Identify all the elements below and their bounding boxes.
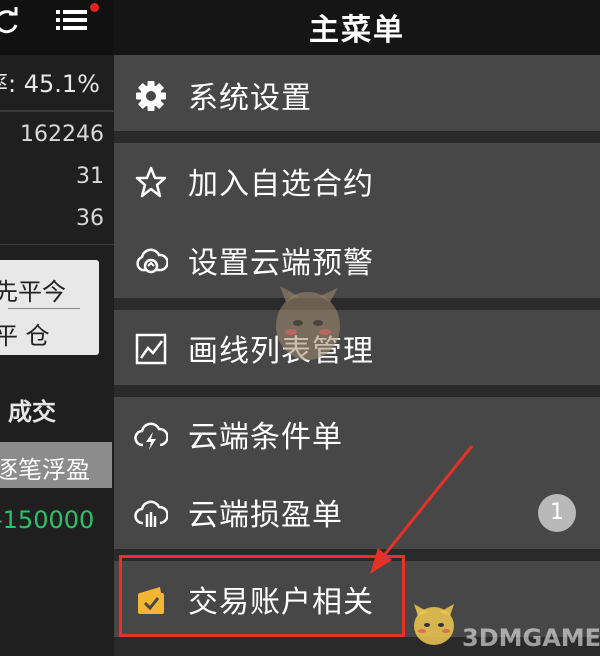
divider (0, 110, 114, 112)
section-divider (114, 385, 600, 397)
close-position-label: 平 仓 (0, 322, 50, 350)
menu-item-label: 系统设置 (188, 81, 312, 116)
menu-item-label: 加入自选合约 (188, 167, 374, 202)
ratio-value: 率: 45.1% (0, 70, 100, 98)
left-toolbar (0, 0, 114, 55)
watermark-mascot (276, 286, 340, 360)
menu-header: 主菜单 (114, 0, 600, 55)
cloud-stop-icon (134, 500, 168, 527)
refresh-icon[interactable] (0, 6, 22, 36)
close-position-button[interactable]: 先平今 平 仓 (0, 260, 99, 355)
star-icon (135, 166, 167, 198)
annotation-arrow (370, 445, 474, 574)
deal-tab[interactable]: 成交 (8, 392, 56, 427)
menu-item-label: 云端损盈单 (188, 498, 343, 533)
menu-item-system-settings[interactable]: 系统设置 (114, 59, 600, 131)
watermark-logo (414, 604, 454, 645)
per-trade-profit-header: 逐笔浮盈 (0, 442, 112, 488)
stat-number: 162246 (20, 122, 104, 147)
section-divider (114, 131, 600, 143)
divider (0, 244, 114, 245)
gear-icon (136, 81, 166, 111)
menu-item-label: 云端条件单 (188, 420, 343, 455)
menu-title: 主菜单 (309, 13, 405, 48)
menu-item-cloud-condition-order[interactable]: 云端条件单 (114, 398, 600, 470)
cloud-alert-icon (136, 248, 168, 274)
notification-dot (90, 3, 99, 12)
per-trade-profit-label: 逐笔浮盈 (0, 456, 90, 484)
chart-line-icon (135, 333, 167, 365)
notification-badge: 1 (538, 494, 576, 532)
close-today-label: 先平今 (0, 278, 66, 306)
stat-number: 31 (76, 164, 104, 189)
cloud-lightning-icon (134, 422, 168, 450)
divider (8, 308, 80, 309)
menu-item-cloud-stop-order[interactable]: 云端损盈单 1 (114, 476, 600, 548)
menu-item-add-watchlist[interactable]: 加入自选合约 (114, 145, 600, 217)
trading-panel: 率: 45.1% 162246 31 36 先平今 平 仓 成交 逐笔浮盈 -1… (0, 0, 114, 656)
profit-value: -150000 (0, 506, 95, 534)
watermark-text: 3DMGAME (462, 624, 600, 652)
stat-number: 36 (76, 206, 104, 231)
list-menu-icon[interactable] (54, 5, 90, 35)
